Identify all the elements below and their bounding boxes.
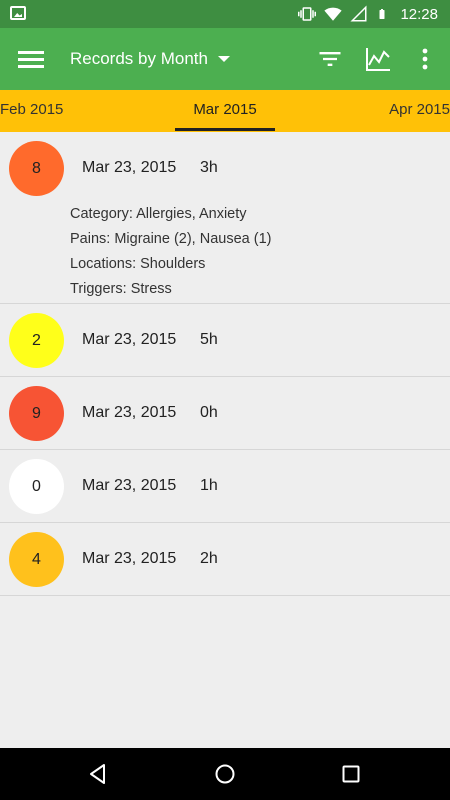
record-date: Mar 23, 2015 [82,404,177,421]
record-duration: 2h [200,550,218,567]
app-bar: Records by Month [0,28,450,90]
signal-icon [350,5,367,22]
system-nav-bar [0,748,450,800]
tab-next-month[interactable]: Apr 2015 [389,101,450,118]
record-duration: 3h [200,159,218,176]
tab-indicator [175,128,275,131]
severity-badge: 8 [9,141,64,196]
vibrate-icon [298,7,317,21]
menu-icon[interactable] [18,48,44,70]
record-duration: 1h [200,477,218,494]
month-tabs: Feb 2015 Mar 2015 Apr 2015 [0,90,450,132]
detail-triggers: Triggers: Stress [70,281,172,297]
severity-badge: 0 [9,459,64,514]
severity-badge: 9 [9,386,64,441]
record-details: Category: Allergies, Anxiety Pains: Migr… [70,202,271,302]
recent-apps-icon[interactable] [339,762,363,786]
record-item[interactable]: 2 Mar 23, 2015 5h [0,304,450,377]
chart-icon[interactable] [364,45,392,73]
battery-icon [379,9,385,19]
record-item[interactable]: 0 Mar 23, 2015 1h [0,450,450,523]
severity-badge: 2 [9,313,64,368]
view-dropdown[interactable]: Records by Month [70,46,230,72]
record-duration: 0h [200,404,218,421]
record-date: Mar 23, 2015 [82,550,177,567]
severity-badge: 4 [9,532,64,587]
home-icon[interactable] [213,762,237,786]
system-icons: 12:28 [298,0,438,28]
status-bar: 12:28 [0,0,450,28]
records-list: 8 Mar 23, 2015 3h Category: Allergies, A… [0,132,450,596]
detail-category: Category: Allergies, Anxiety [70,206,247,222]
record-date: Mar 23, 2015 [82,477,177,494]
more-vert-icon[interactable] [418,45,432,73]
back-icon[interactable] [86,762,110,786]
record-date: Mar 23, 2015 [82,331,177,348]
record-item[interactable]: 4 Mar 23, 2015 2h [0,523,450,596]
clock-time: 12:28 [400,5,438,23]
record-duration: 5h [200,331,218,348]
record-item[interactable]: 8 Mar 23, 2015 3h Category: Allergies, A… [0,132,450,304]
record-item[interactable]: 9 Mar 23, 2015 0h [0,377,450,450]
dropdown-caret-icon [217,56,230,62]
record-date: Mar 23, 2015 [82,159,177,176]
detail-pains: Pains: Migraine (2), Nausea (1) [70,231,272,247]
image-notification-icon [10,6,26,20]
tab-current-month[interactable]: Mar 2015 [0,101,450,118]
wifi-icon [324,7,343,21]
detail-locations: Locations: Shoulders [70,256,206,272]
page-title: Records by Month [70,49,208,68]
filter-icon[interactable] [316,45,344,73]
